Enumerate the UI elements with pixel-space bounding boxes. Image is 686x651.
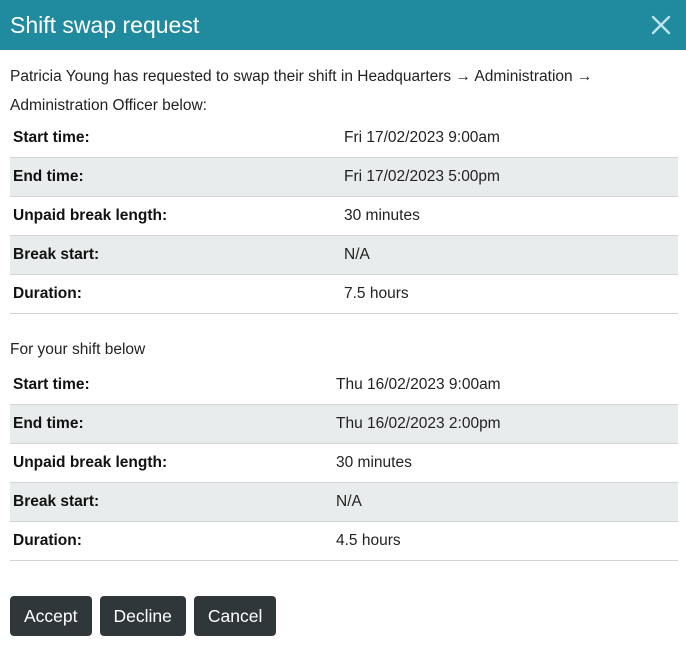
- field-label: Duration:: [10, 521, 333, 561]
- field-label: Unpaid break length:: [10, 443, 333, 483]
- table-row: Duration: 4.5 hours: [10, 521, 678, 561]
- table-row: Unpaid break length: 30 minutes: [10, 196, 678, 236]
- table-row: Break start: N/A: [10, 235, 678, 275]
- field-label: Start time:: [10, 119, 341, 158]
- field-value: N/A: [341, 235, 678, 275]
- your-shift-table: Start time: Thu 16/02/2023 9:00am End ti…: [10, 366, 678, 561]
- table-row: Break start: N/A: [10, 482, 678, 522]
- field-value: Thu 16/02/2023 2:00pm: [333, 404, 678, 444]
- table-row: Start time: Thu 16/02/2023 9:00am: [10, 366, 678, 405]
- field-label: End time:: [10, 157, 341, 197]
- accept-button[interactable]: Accept: [10, 596, 92, 636]
- table-row: Duration: 7.5 hours: [10, 274, 678, 314]
- field-value: N/A: [333, 482, 678, 522]
- dialog-header: Shift swap request: [0, 0, 686, 50]
- field-label: Duration:: [10, 274, 341, 314]
- field-label: End time:: [10, 404, 333, 444]
- close-icon: [651, 15, 671, 35]
- field-label: Unpaid break length:: [10, 196, 341, 236]
- field-value: Fri 17/02/2023 5:00pm: [341, 157, 678, 197]
- field-value: Thu 16/02/2023 9:00am: [333, 366, 678, 405]
- table-row: Unpaid break length: 30 minutes: [10, 443, 678, 483]
- cancel-button[interactable]: Cancel: [193, 596, 277, 636]
- field-value: 7.5 hours: [341, 274, 678, 314]
- close-button[interactable]: [648, 12, 674, 38]
- action-buttons: Accept Decline Cancel: [10, 596, 277, 636]
- field-label: Break start:: [10, 235, 341, 275]
- field-value: 30 minutes: [341, 196, 678, 236]
- dialog-title: Shift swap request: [10, 12, 200, 38]
- table-row: End time: Thu 16/02/2023 2:00pm: [10, 404, 678, 444]
- decline-button[interactable]: Decline: [99, 596, 186, 636]
- request-description: Patricia Young has requested to swap the…: [10, 68, 593, 114]
- your-shift-heading: For your shift below: [10, 341, 146, 358]
- field-label: Break start:: [10, 482, 333, 522]
- field-value: 4.5 hours: [333, 521, 678, 561]
- field-value: 30 minutes: [333, 443, 678, 483]
- table-row: End time: Fri 17/02/2023 5:00pm: [10, 157, 678, 197]
- field-label: Start time:: [10, 366, 333, 405]
- table-row: Start time: Fri 17/02/2023 9:00am: [10, 119, 678, 158]
- requested-shift-table: Start time: Fri 17/02/2023 9:00am End ti…: [10, 119, 678, 314]
- field-value: Fri 17/02/2023 9:00am: [341, 119, 678, 158]
